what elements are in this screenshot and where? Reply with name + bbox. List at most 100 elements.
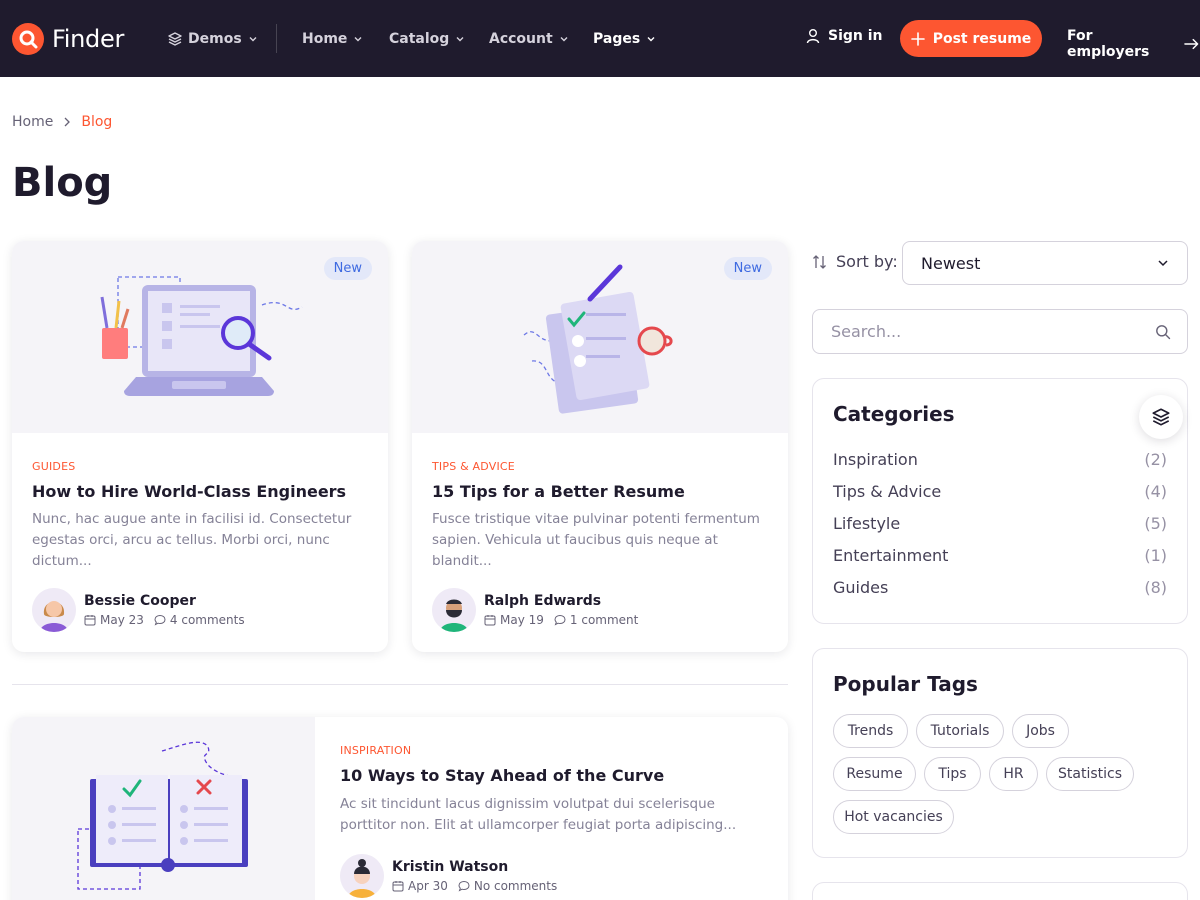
post-category[interactable]: Inspiration [340, 744, 411, 757]
category-item[interactable]: Guides (8) [833, 578, 1167, 597]
post-date-text: Apr 30 [408, 879, 448, 893]
category-name: Tips & Advice [833, 482, 942, 501]
post-comments-text: No comments [473, 879, 558, 893]
post-comments-text: 1 comment [569, 613, 639, 627]
post-excerpt: Fusce tristique vitae pulvinar potenti f… [432, 511, 760, 569]
layers-icon [1152, 408, 1170, 426]
calendar-icon [484, 615, 496, 626]
tag-chip[interactable]: Hot vacancies [833, 800, 954, 834]
category-item[interactable]: Tips & Advice (4) [833, 482, 1167, 501]
nav-account-label: Account [489, 31, 553, 47]
tag-chip[interactable]: Statistics [1046, 757, 1134, 791]
post-category[interactable]: Guides [32, 460, 75, 473]
category-item[interactable]: Entertainment (1) [833, 546, 1167, 565]
author-avatar [32, 588, 76, 632]
blog-card-horizontal[interactable]: Inspiration 10 Ways to Stay Ahead of the… [12, 717, 788, 900]
arrow-right-icon [1184, 38, 1199, 50]
category-item[interactable]: Inspiration (2) [833, 450, 1167, 469]
sign-in-link[interactable]: Sign in [806, 28, 883, 44]
post-comments: No comments [458, 879, 557, 893]
comment-icon [458, 880, 470, 892]
sort-arrows-icon [813, 254, 826, 269]
search-icon[interactable] [1155, 324, 1171, 340]
post-date: May 23 [84, 613, 144, 627]
post-excerpt: Nunc, hac augue ante in facilisi id. Con… [32, 511, 352, 569]
post-illustration: New [412, 241, 788, 433]
category-name: Guides [833, 578, 889, 597]
post-category[interactable]: Tips & Advice [432, 460, 515, 473]
layers-icon [168, 32, 182, 46]
new-badge: New [323, 257, 372, 280]
search-input[interactable] [813, 310, 1143, 353]
post-author: Ralph Edwards May 19 1 comment [432, 588, 638, 632]
category-count: (1) [1144, 546, 1167, 565]
category-count: (2) [1144, 450, 1167, 469]
author-name[interactable]: Ralph Edwards [484, 593, 638, 609]
sort-label-text: Sort by: [836, 252, 898, 271]
category-count: (4) [1144, 482, 1167, 501]
nav-catalog[interactable]: Catalog [389, 28, 465, 50]
breadcrumb: Home Blog [12, 114, 112, 130]
post-date: May 19 [484, 613, 544, 627]
nav-account[interactable]: Account [489, 28, 569, 50]
tag-chip[interactable]: Trends [833, 714, 908, 748]
sort-selected-value: Newest [921, 253, 981, 273]
post-title[interactable]: 15 Tips for a Better Resume [432, 482, 685, 501]
tag-chip[interactable]: Resume [833, 757, 916, 791]
tag-chip[interactable]: HR [989, 757, 1038, 791]
for-employers-link[interactable]: For employers [1067, 28, 1200, 60]
chevron-down-icon [560, 37, 568, 42]
post-comments-text: 4 comments [169, 613, 245, 627]
blog-card[interactable]: New Tips & Advice 15 Tips for a Better R… [412, 241, 788, 652]
category-name: Inspiration [833, 450, 918, 469]
post-author: Kristin Watson Apr 30 No comments [340, 854, 557, 898]
new-badge: New [723, 257, 772, 280]
page-title: Blog [12, 160, 113, 206]
brand-name: Finder [52, 25, 125, 53]
tag-chip[interactable]: Jobs [1012, 714, 1069, 748]
breadcrumb-home[interactable]: Home [12, 114, 53, 130]
category-name: Entertainment [833, 546, 949, 565]
nav-home[interactable]: Home [302, 28, 363, 50]
chevron-down-icon [1158, 260, 1168, 267]
chevron-right-icon [64, 117, 71, 127]
post-excerpt: Ac sit tincidunt lacus dignissim volutpa… [340, 796, 737, 833]
post-resume-button[interactable]: Post resume [900, 20, 1042, 57]
nav-divider [276, 24, 277, 53]
demos-floating-button[interactable] [1139, 395, 1183, 439]
blog-card[interactable]: New Guides How to Hire World-Class Engin… [12, 241, 388, 652]
breadcrumb-current: Blog [81, 114, 113, 130]
post-illustration: New [12, 241, 388, 433]
nav-pages[interactable]: Pages [593, 28, 656, 50]
tag-chip[interactable]: Tutorials [916, 714, 1004, 748]
post-comments: 4 comments [154, 613, 245, 627]
post-illustration [12, 717, 315, 900]
post-title[interactable]: How to Hire World-Class Engineers [32, 482, 346, 501]
comment-icon [554, 614, 566, 626]
sort-label: Sort by: [812, 252, 898, 271]
brand-logo-link[interactable]: Finder [12, 22, 124, 56]
for-employers-label: For employers [1067, 28, 1150, 60]
open-book-illustration [77, 741, 248, 890]
sort-select[interactable]: Newest [902, 241, 1188, 285]
chevron-down-icon [249, 37, 257, 42]
sign-in-label: Sign in [828, 28, 883, 44]
top-navbar: Finder Demos Home Catalog Account Pages … [0, 0, 1200, 77]
author-name[interactable]: Bessie Cooper [84, 593, 245, 609]
sidebar-next-panel [812, 882, 1188, 900]
nav-demos[interactable]: Demos [168, 28, 258, 50]
calendar-icon [84, 615, 96, 626]
categories-panel: Categories Inspiration (2) Tips & Advice… [812, 378, 1188, 624]
section-divider [12, 684, 788, 685]
author-avatar [340, 854, 384, 898]
post-resume-label: Post resume [932, 30, 1032, 47]
category-item[interactable]: Lifestyle (5) [833, 514, 1167, 533]
search-box [812, 309, 1188, 354]
comment-icon [154, 614, 166, 626]
tags-panel: Popular Tags Trends Tutorials Jobs Resum… [812, 648, 1188, 858]
nav-pages-label: Pages [593, 31, 641, 47]
post-title[interactable]: 10 Ways to Stay Ahead of the Curve [340, 766, 664, 785]
post-date-text: May 19 [500, 613, 544, 627]
tag-chip[interactable]: Tips [924, 757, 981, 791]
author-name[interactable]: Kristin Watson [392, 859, 557, 875]
